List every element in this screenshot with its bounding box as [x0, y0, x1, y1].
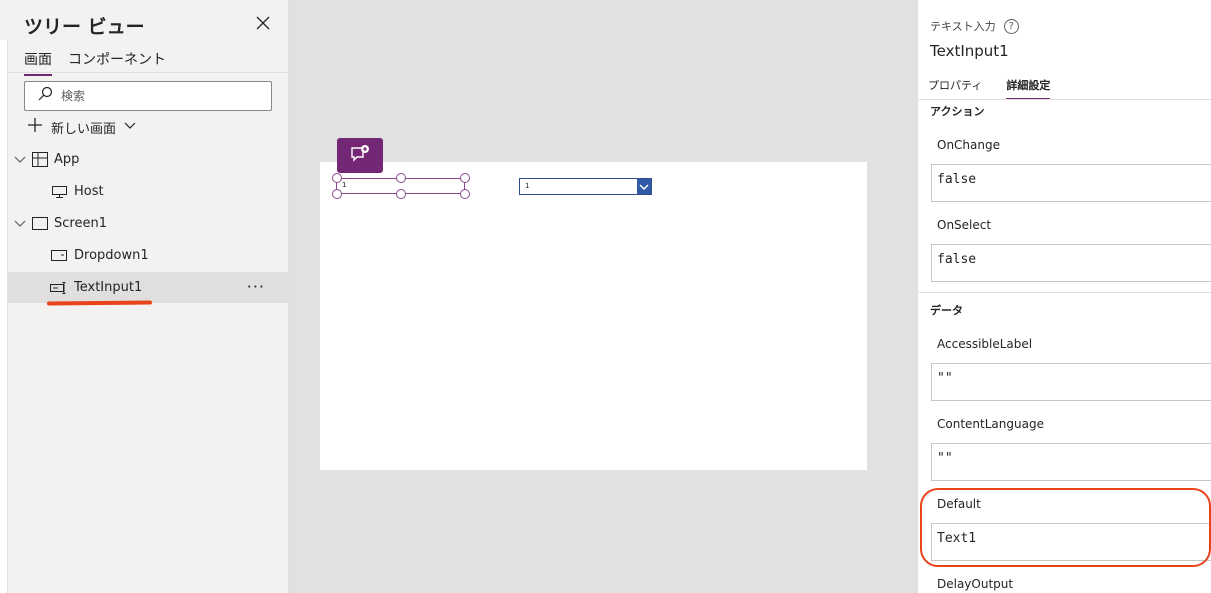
search-icon [37, 86, 53, 106]
chevron-down-icon[interactable] [14, 217, 26, 233]
resize-handle[interactable] [332, 189, 342, 199]
property-formula-input[interactable]: "" [931, 443, 1211, 481]
resize-handle[interactable] [460, 173, 470, 183]
left-rail [0, 40, 8, 593]
screen-icon [32, 217, 48, 234]
tree-item-screen1[interactable]: Screen1 [8, 208, 289, 239]
plus-icon [27, 117, 43, 137]
resize-handle[interactable] [396, 189, 406, 199]
comment-add-icon [350, 144, 370, 167]
tree-view-title: ツリー ビュー [24, 16, 145, 38]
design-canvas[interactable] [320, 162, 867, 470]
resize-handle[interactable] [396, 173, 406, 183]
host-icon [52, 186, 67, 202]
resize-handle[interactable] [460, 189, 470, 199]
tree-item-label: Screen1 [54, 216, 107, 231]
control-name[interactable]: TextInput1 [930, 42, 1009, 60]
tab-advanced[interactable]: 詳細設定 [1006, 77, 1051, 100]
dropdown-control[interactable]: 1 [519, 178, 652, 195]
app-icon [32, 152, 48, 171]
tree-view-panel: ツリー ビュー 画面 コンポーネント 新しい画面 App [0, 0, 289, 593]
property-label: ContentLanguage [937, 417, 1044, 431]
tab-properties[interactable]: プロパティ [928, 77, 982, 100]
tree-item-textinput1[interactable]: TextInput1 ··· [8, 272, 289, 303]
tree-item-dropdown1[interactable]: Dropdown1 [8, 240, 289, 271]
tree-item-label: App [54, 152, 80, 167]
tree-item-host[interactable]: Host [8, 176, 289, 207]
property-formula-input[interactable]: false [931, 244, 1211, 282]
property-label: OnChange [937, 138, 1000, 152]
chevron-down-icon[interactable] [637, 179, 651, 194]
tree-item-label: Dropdown1 [74, 248, 149, 263]
add-comment-button[interactable] [337, 138, 383, 173]
annotation-underline [46, 300, 153, 306]
dropdown-icon [51, 250, 67, 265]
property-formula-input[interactable]: Text1 [931, 523, 1211, 561]
property-label: DelayOutput [937, 577, 1014, 591]
textinput-value: 1 [342, 181, 347, 189]
dropdown-value: 1 [525, 182, 530, 190]
search-input[interactable] [61, 89, 251, 103]
help-icon[interactable]: ? [1003, 18, 1019, 34]
section-title-action: アクション [930, 105, 985, 118]
property-formula-input[interactable]: "" [931, 363, 1211, 401]
divider [8, 72, 289, 73]
chevron-down-icon[interactable] [14, 153, 26, 169]
control-type: テキスト入力 ? [930, 18, 1019, 34]
section-title-data: データ [930, 304, 963, 317]
tree-item-label: Host [74, 184, 104, 199]
divider [918, 99, 1211, 100]
new-screen-button[interactable]: 新しい画面 [27, 117, 136, 137]
property-label: AccessibleLabel [937, 337, 1033, 351]
resize-handle[interactable] [332, 173, 342, 183]
new-screen-label: 新しい画面 [51, 121, 117, 137]
property-label: Default [937, 497, 981, 511]
chevron-down-icon [124, 119, 136, 135]
tree-item-label: TextInput1 [74, 280, 143, 295]
property-label: OnSelect [937, 218, 992, 232]
control-type-label: テキスト入力 [930, 20, 996, 33]
property-formula-input[interactable]: false [931, 164, 1211, 202]
properties-tabs: プロパティ 詳細設定 [928, 77, 1051, 100]
properties-panel: テキスト入力 ? TextInput1 プロパティ 詳細設定 アクション OnC… [917, 0, 1211, 593]
close-icon[interactable] [254, 14, 272, 32]
search-box[interactable] [24, 81, 272, 111]
tree-item-app[interactable]: App [8, 144, 289, 175]
text-input-icon [50, 282, 67, 298]
divider [918, 292, 1211, 293]
more-options-icon[interactable]: ··· [247, 277, 265, 296]
